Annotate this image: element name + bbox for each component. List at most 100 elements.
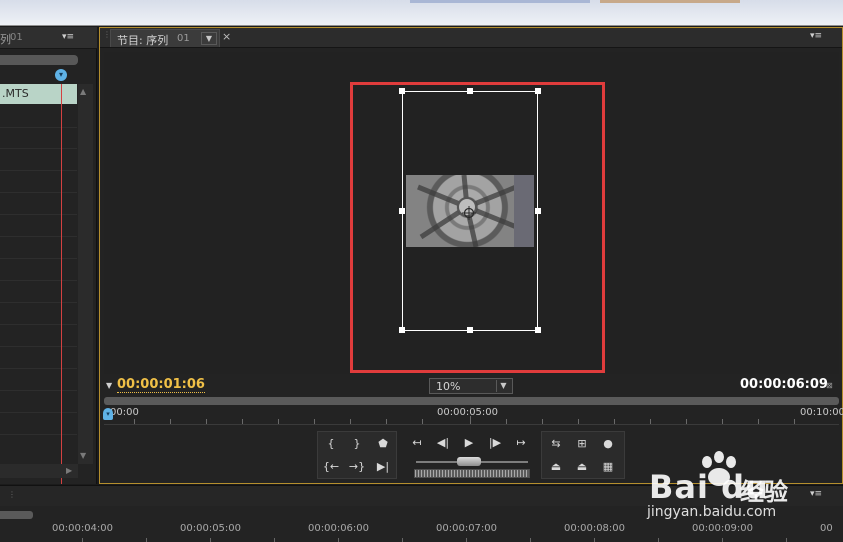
- timeline-tick: [146, 538, 147, 542]
- monitor-zoom-bar[interactable]: [104, 397, 839, 405]
- ruler-tick: [686, 419, 687, 424]
- ruler-tick: [506, 419, 507, 424]
- transform-handle[interactable]: [467, 88, 473, 94]
- tab-label: 节目: 序列: [117, 34, 169, 47]
- ruler-tick: [614, 419, 615, 424]
- transform-handle[interactable]: [399, 88, 405, 94]
- panel-grip-icon[interactable]: ⋮: [103, 31, 111, 44]
- monitor-playhead-icon[interactable]: ▾: [103, 408, 113, 420]
- chevron-down-icon[interactable]: ▼: [496, 380, 510, 392]
- timeline-tick: [338, 538, 339, 542]
- marker-controls-group: { } ⬟ {← →} ▶|: [317, 431, 397, 479]
- scroll-right-icon[interactable]: ▶: [66, 466, 72, 475]
- timeline-ruler-label: 00:00:08:00: [564, 523, 626, 534]
- go-to-out-button[interactable]: ↦: [510, 434, 532, 452]
- mark-in-button[interactable]: {: [320, 435, 342, 453]
- jog-knob[interactable]: [457, 457, 481, 466]
- window-top-strip: [0, 0, 843, 26]
- track-divider: [0, 127, 77, 128]
- track-divider: [0, 148, 77, 149]
- lift-button[interactable]: ⏏: [545, 458, 567, 476]
- timeline-ruler-label: 00:00:07:00: [436, 523, 498, 534]
- left-panel-tab-number: 01: [10, 32, 23, 43]
- ruler-tick: [134, 419, 135, 424]
- ruler-tick: [314, 419, 315, 424]
- transform-handle[interactable]: [399, 208, 405, 214]
- panel-grip-icon[interactable]: ⋮: [8, 490, 16, 499]
- track-divider: [0, 434, 77, 435]
- vertical-scrollbar[interactable]: [78, 84, 93, 464]
- play-in-to-out-button[interactable]: ▶|: [372, 458, 394, 476]
- ruler-label: 00:00:05:00: [437, 407, 499, 418]
- close-icon[interactable]: ×: [222, 30, 231, 43]
- safe-margins-button[interactable]: ⊞: [571, 435, 593, 453]
- ruler-tick: [386, 419, 387, 424]
- loop-button[interactable]: ⇆: [545, 435, 567, 453]
- export-frame-button[interactable]: ▦: [597, 458, 619, 476]
- ruler-tick: [422, 419, 423, 424]
- scroll-down-icon[interactable]: ▼: [80, 451, 86, 460]
- zoom-level-value: 10%: [436, 380, 461, 393]
- clear-in-button[interactable]: {←: [320, 458, 342, 476]
- panel-menu-icon[interactable]: ▾≡: [810, 31, 822, 41]
- anchor-point-icon[interactable]: [462, 206, 476, 220]
- mark-out-button[interactable]: }: [346, 435, 368, 453]
- taskbar-highlight: [410, 0, 590, 3]
- step-forward-button[interactable]: |▶: [484, 434, 506, 452]
- timeline-tick: [594, 538, 595, 542]
- timeline-tick: [274, 538, 275, 542]
- track-divider: [0, 390, 77, 391]
- track-divider: [0, 324, 77, 325]
- program-monitor-panel: ⋮ 节目: 序列 01 ▼ × ▾≡ ▼ 00:00:01:06 10% ▼ 0…: [99, 27, 843, 484]
- monitor-time-ruler[interactable]: 00:00 00:00:05:00 00:10:00: [104, 405, 843, 425]
- panel-menu-icon[interactable]: ▾≡: [62, 32, 76, 42]
- chevron-down-icon[interactable]: ▼: [201, 32, 217, 45]
- zoom-level-select[interactable]: 10% ▼: [429, 378, 513, 394]
- playhead-marker-icon[interactable]: ▾: [55, 69, 67, 81]
- left-panel-tabbar: 列 01 ▾≡: [0, 27, 97, 49]
- ruler-tick: [758, 419, 759, 424]
- timeline-ruler-label: 00:00:05:00: [180, 523, 242, 534]
- transform-handle[interactable]: [535, 327, 541, 333]
- track-divider: [0, 302, 77, 303]
- transform-handle[interactable]: [535, 208, 541, 214]
- ruler-tick: [578, 419, 579, 424]
- taskbar-highlight-2: [600, 0, 740, 3]
- transform-handle[interactable]: [535, 88, 541, 94]
- ruler-tick: [794, 419, 795, 424]
- tab-program-sequence[interactable]: 节目: 序列 01 ▼: [110, 29, 220, 47]
- add-marker-button[interactable]: ⬟: [372, 435, 394, 453]
- clip-item[interactable]: .MTS: [0, 84, 77, 104]
- timeline-ruler-label: 00:00:04:00: [52, 523, 114, 534]
- step-back-button[interactable]: ◀|: [432, 434, 454, 452]
- ruler-tick: [722, 419, 723, 424]
- scroll-up-icon[interactable]: ▲: [80, 87, 86, 96]
- clear-out-button[interactable]: →}: [346, 458, 368, 476]
- transform-handle[interactable]: [467, 327, 473, 333]
- ruler-tick: [170, 419, 171, 424]
- current-timecode[interactable]: 00:00:01:06: [117, 377, 205, 393]
- play-button[interactable]: ▶: [458, 434, 480, 452]
- track-divider: [0, 214, 77, 215]
- timeline-tick: [466, 538, 467, 542]
- ruler-tick: [206, 419, 207, 424]
- output-button[interactable]: ●: [597, 435, 619, 453]
- track-divider: [0, 368, 77, 369]
- ruler-tick: [650, 419, 651, 424]
- timecode-marker-icon: ▼: [106, 381, 113, 390]
- playhead-line[interactable]: [61, 84, 62, 484]
- ruler-label: 00:00: [110, 407, 139, 418]
- settings-toggle-icon[interactable]: ⊠: [826, 381, 833, 390]
- transform-handle[interactable]: [399, 327, 405, 333]
- go-to-in-button[interactable]: ↤: [406, 434, 428, 452]
- timeline-zoom-bar[interactable]: [0, 511, 33, 519]
- left-ruler-bar[interactable]: [0, 55, 78, 65]
- extract-button[interactable]: ⏏: [571, 458, 593, 476]
- ruler-tick: [542, 419, 543, 424]
- watermark-cn-text: 经验: [740, 478, 788, 506]
- tab-number: 01: [177, 33, 190, 44]
- ruler-label: 00:10:00: [800, 407, 843, 418]
- timeline-tick: [82, 538, 83, 542]
- shuttle-slider[interactable]: [414, 469, 530, 478]
- watermark-url: jingyan.baidu.com: [647, 504, 777, 520]
